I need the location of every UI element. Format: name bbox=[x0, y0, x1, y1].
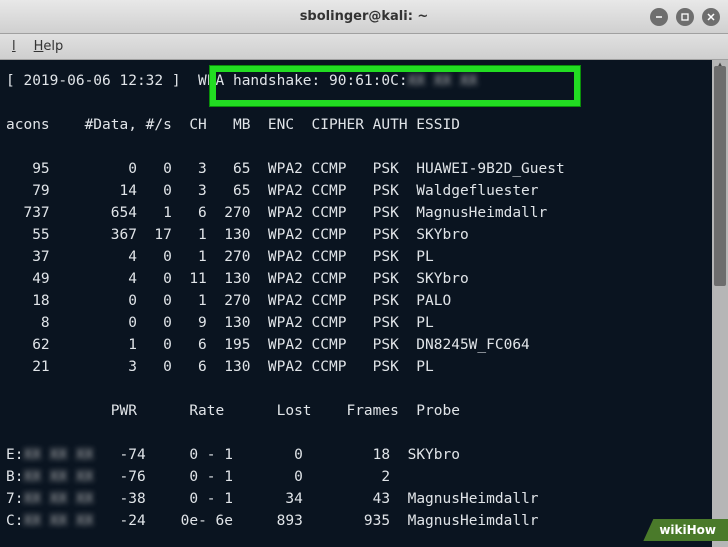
ap-table-header: acons #Data, #/s CH MB ENC CIPHER AUTH E… bbox=[0, 114, 728, 136]
terminal-output[interactable]: [ 2019-06-06 12:32 ] WPA handshake: 90:6… bbox=[0, 60, 728, 547]
ap-row: 21 3 0 6 130 WPA2 CCMP PSK PL bbox=[0, 356, 728, 378]
ap-row: 95 0 0 3 65 WPA2 CCMP PSK HUAWEI-9B2D_Gu… bbox=[0, 158, 728, 180]
client-table-header: PWR Rate Lost Frames Probe bbox=[0, 400, 728, 422]
close-button[interactable] bbox=[702, 8, 720, 26]
wikihow-watermark: wikiHow bbox=[643, 519, 728, 541]
ap-row: 18 0 0 1 270 WPA2 CCMP PSK PALO bbox=[0, 290, 728, 312]
vertical-scrollbar[interactable]: ▴ bbox=[712, 60, 728, 547]
ap-row: 62 1 0 6 195 WPA2 CCMP PSK DN8245W_FC064 bbox=[0, 334, 728, 356]
ap-row: 37 4 0 1 270 WPA2 CCMP PSK PL bbox=[0, 246, 728, 268]
mac-blurred: XX XX XX bbox=[23, 466, 93, 488]
menu-item-partial[interactable]: l bbox=[12, 39, 16, 54]
scroll-thumb[interactable] bbox=[714, 66, 726, 286]
window-controls bbox=[650, 8, 720, 26]
client-row: E:XX XX XX -74 0 - 1 0 18 SKYbro bbox=[0, 444, 728, 466]
client-row: B:XX XX XX -76 0 - 1 0 2 bbox=[0, 466, 728, 488]
ap-row: 8 0 0 9 130 WPA2 CCMP PSK PL bbox=[0, 312, 728, 334]
menu-item-help[interactable]: Help bbox=[34, 39, 64, 54]
ap-row: 79 14 0 3 65 WPA2 CCMP PSK Waldgeflueste… bbox=[0, 180, 728, 202]
mac-blurred: XX XX XX bbox=[408, 70, 478, 92]
window-title: sbolinger@kali: ~ bbox=[300, 9, 429, 24]
mac-blurred: XX XX XX bbox=[23, 488, 93, 510]
minimize-button[interactable] bbox=[650, 8, 668, 26]
ap-row: 737 654 1 6 270 WPA2 CCMP PSK MagnusHeim… bbox=[0, 202, 728, 224]
maximize-button[interactable] bbox=[676, 8, 694, 26]
window-titlebar: sbolinger@kali: ~ bbox=[0, 0, 728, 34]
client-row: 7:XX XX XX -38 0 - 1 34 43 MagnusHeimdal… bbox=[0, 488, 728, 510]
ap-row: 55 367 17 1 130 WPA2 CCMP PSK SKYbro bbox=[0, 224, 728, 246]
ap-row: 49 4 0 11 130 WPA2 CCMP PSK SKYbro bbox=[0, 268, 728, 290]
mac-blurred: XX XX XX bbox=[23, 444, 93, 466]
mac-blurred: XX XX XX bbox=[23, 510, 93, 532]
menubar: l Help bbox=[0, 34, 728, 60]
client-row: C:XX XX XX -24 0e- 6e 893 935 MagnusHeim… bbox=[0, 510, 728, 532]
status-line: [ 2019-06-06 12:32 ] WPA handshake: 90:6… bbox=[0, 70, 728, 92]
